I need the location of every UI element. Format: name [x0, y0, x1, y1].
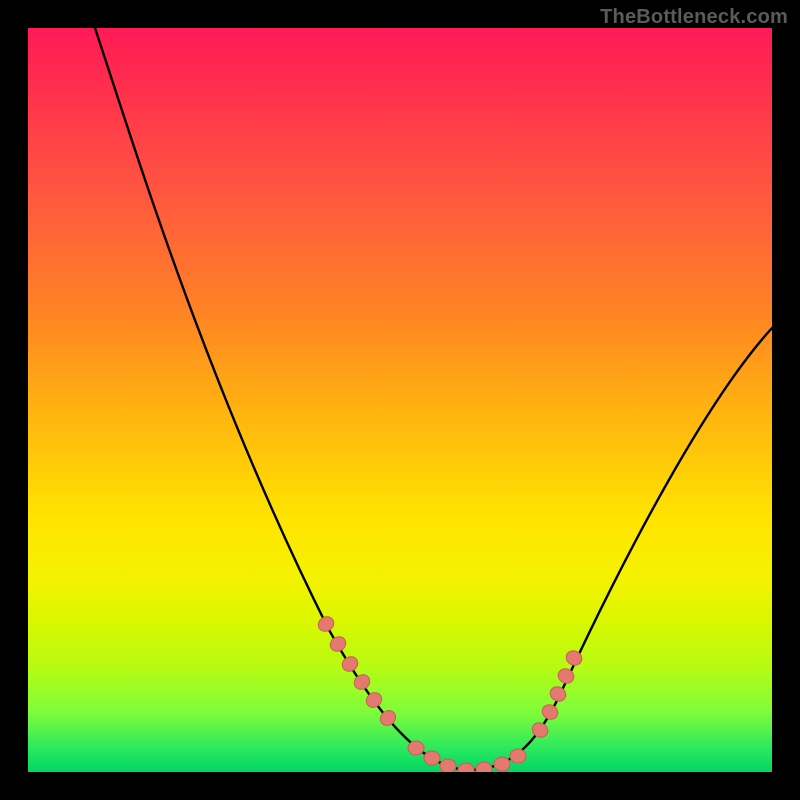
bottleneck-curve-svg [28, 28, 772, 772]
plot-area [28, 28, 772, 772]
watermark-text: TheBottleneck.com [600, 6, 788, 29]
bottleneck-curve-path [95, 28, 772, 770]
chart-frame: TheBottleneck.com [0, 0, 800, 800]
highlight-markers [316, 614, 585, 772]
